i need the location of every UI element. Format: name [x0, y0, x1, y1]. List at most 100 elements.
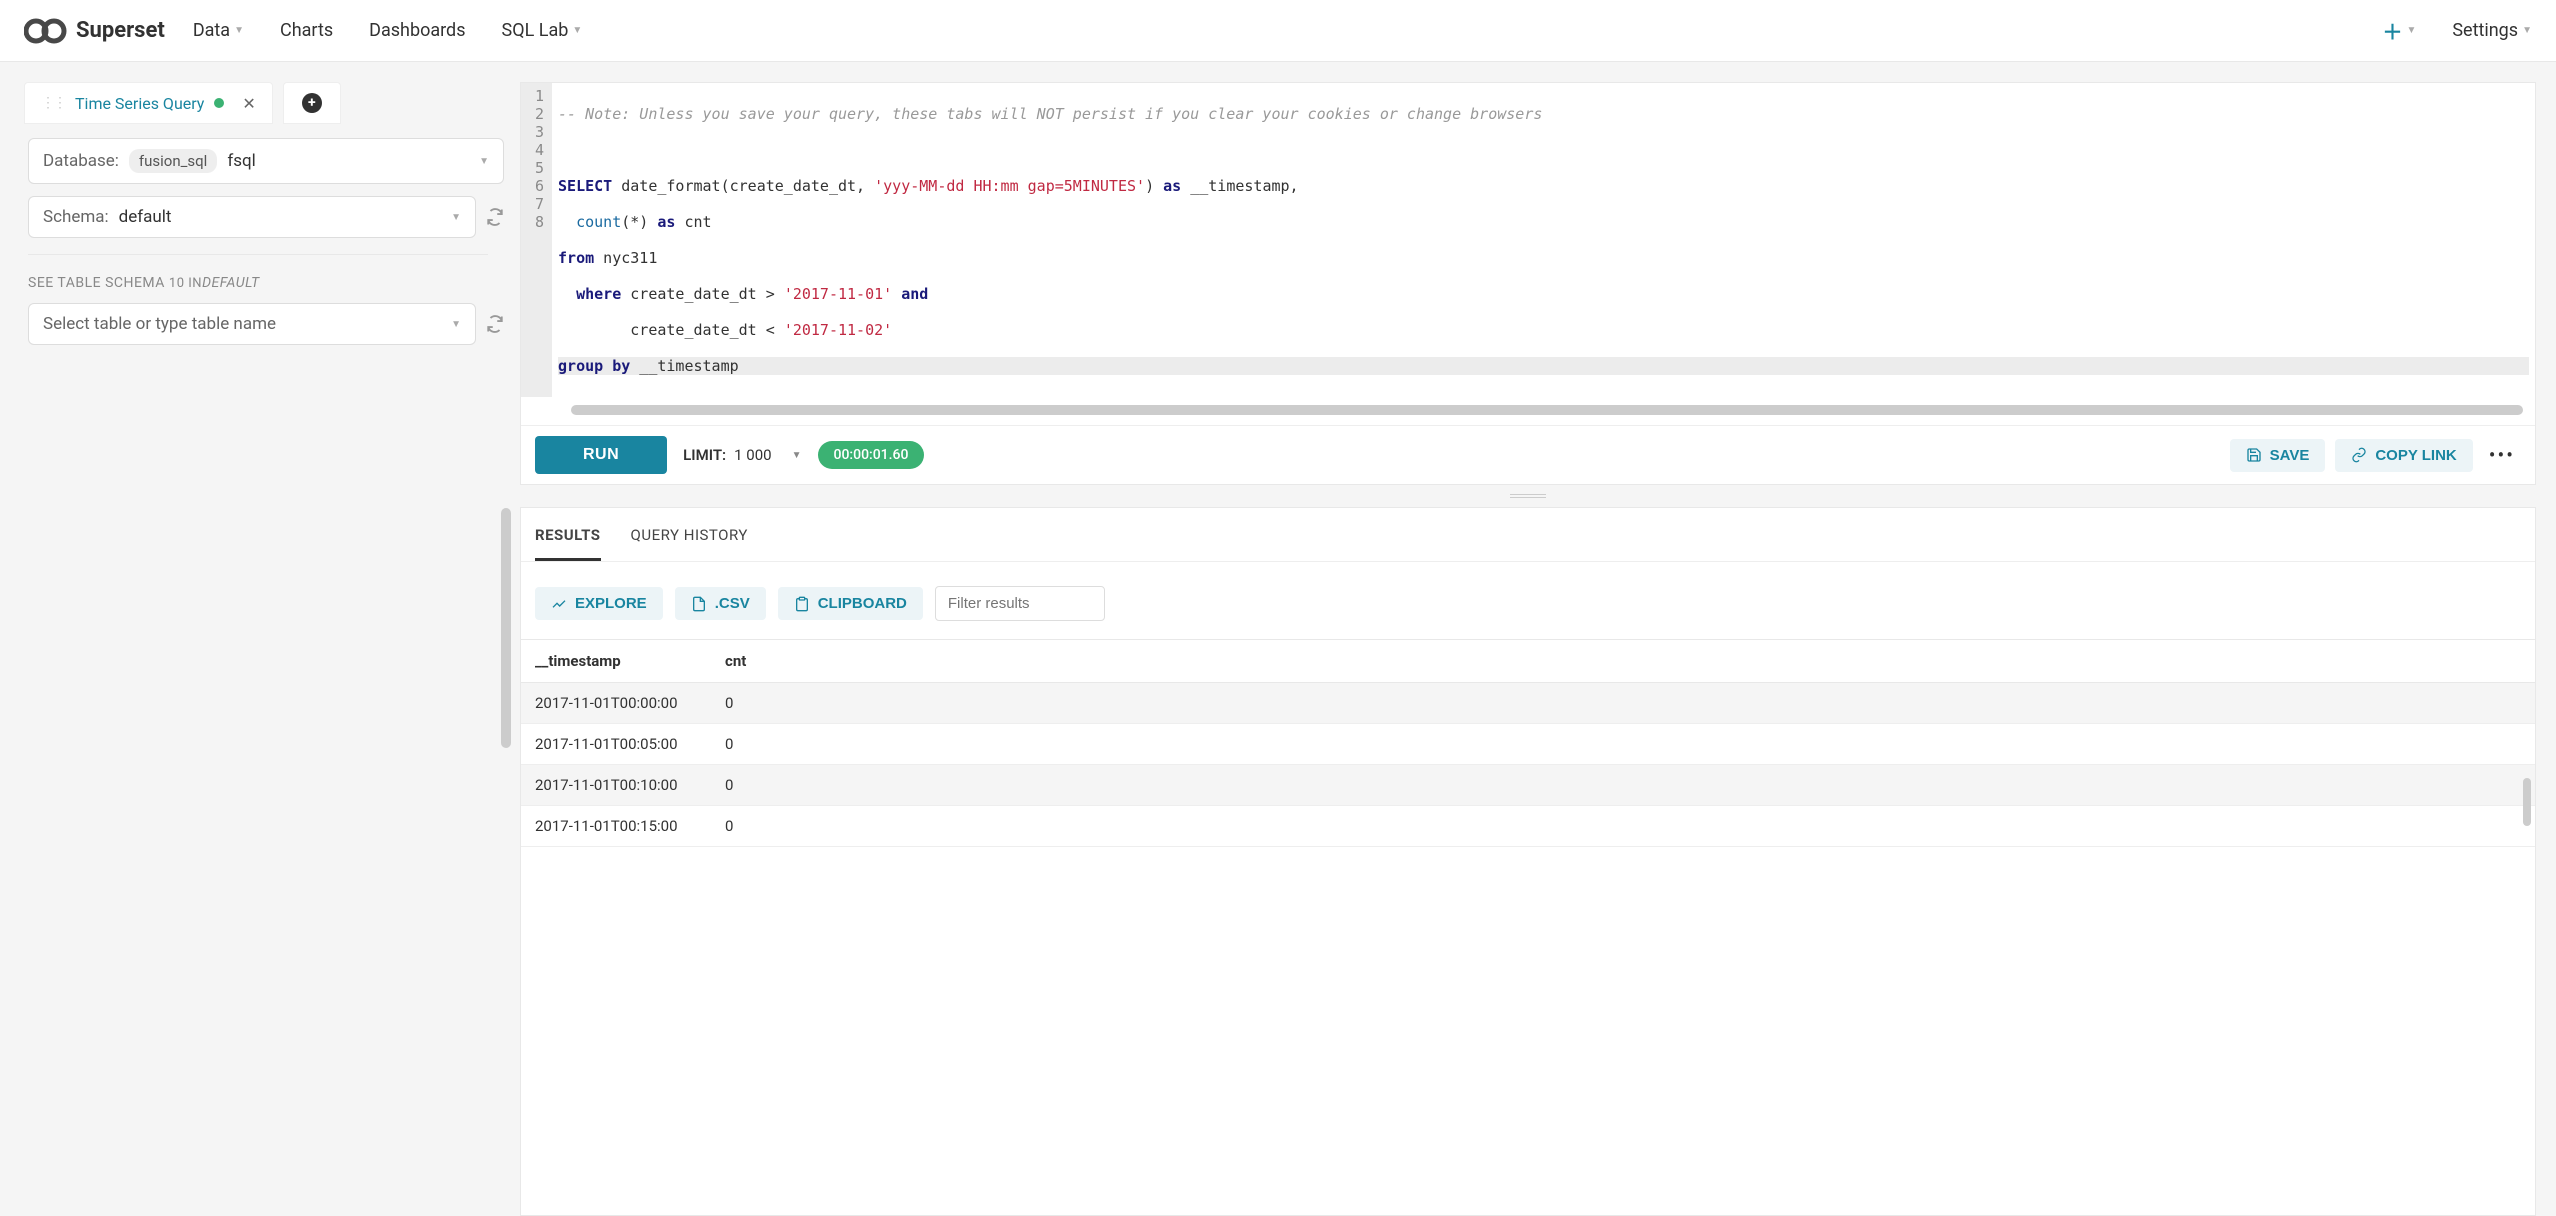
cell-cnt: 0: [711, 724, 2535, 765]
clipboard-button[interactable]: CLIPBOARD: [778, 587, 923, 620]
code-string: 'yyy-MM-dd HH:mm gap=5MINUTES': [874, 177, 1145, 195]
editor-toolbar: RUN LIMIT: 1 000 ▼ 00:00:01.60 SAVE COPY…: [521, 425, 2535, 484]
table-row: 2017-11-01T00:05:00 0: [521, 724, 2535, 765]
code-text: (*): [621, 213, 657, 231]
copy-link-label: COPY LINK: [2375, 447, 2456, 464]
table-select[interactable]: Select table or type table name ▼: [28, 303, 476, 345]
cell-timestamp: 2017-11-01T00:05:00: [521, 724, 711, 765]
kw-as: as: [1163, 177, 1181, 195]
add-new-button[interactable]: ＋ ▼: [2382, 16, 2416, 45]
code-text: create_date_dt <: [630, 321, 784, 339]
toolbar-right: SAVE COPY LINK •••: [2230, 439, 2521, 472]
code-text: cnt: [675, 213, 711, 231]
table-placeholder: Select table or type table name: [43, 314, 276, 334]
refresh-tables-button[interactable]: [486, 315, 504, 333]
add-tab-button[interactable]: +: [283, 82, 341, 124]
query-tab-active[interactable]: ⋮⋮ Time Series Query ✕: [24, 82, 273, 124]
plus-circle-icon: +: [302, 93, 322, 113]
code-text: nyc311: [594, 249, 657, 267]
code-text: create_date_dt >: [621, 285, 784, 303]
kw-and: and: [901, 285, 928, 303]
col-cnt[interactable]: cnt: [711, 640, 2535, 683]
more-actions-button[interactable]: •••: [2483, 443, 2521, 467]
table-row: 2017-11-01T00:15:00 0: [521, 806, 2535, 847]
caret-down-icon: ▼: [451, 212, 461, 223]
sql-editor[interactable]: 12345678 -- Note: Unless you save your q…: [521, 83, 2535, 397]
database-label: Database:: [43, 151, 119, 171]
nav-settings-label: Settings: [2452, 20, 2518, 41]
database-select-row: Database: fusion_sql fsql ▼: [28, 138, 504, 184]
nav-charts[interactable]: Charts: [280, 20, 333, 41]
top-nav: Superset Data ▼ Charts Dashboards SQL La…: [0, 0, 2556, 62]
explore-label: EXPLORE: [575, 595, 647, 612]
vertical-splitter[interactable]: [520, 491, 2536, 501]
table-section-label: SEE TABLE SCHEMA 10 INDEFAULT: [28, 275, 504, 291]
database-tag: fusion_sql: [129, 149, 217, 173]
tab-status-dot: [214, 98, 224, 108]
tab-title: Time Series Query: [75, 94, 204, 113]
brand-logo[interactable]: Superset: [24, 18, 165, 44]
kw-select: SELECT: [558, 177, 612, 195]
brand-name: Superset: [76, 18, 165, 43]
filter-results-input[interactable]: [935, 586, 1105, 621]
code-area[interactable]: -- Note: Unless you save your query, the…: [552, 83, 2535, 397]
clipboard-label: CLIPBOARD: [818, 595, 907, 612]
code-text: __timestamp: [630, 357, 738, 375]
limit-select[interactable]: LIMIT: 1 000 ▼: [683, 446, 801, 464]
limit-value: 1 000: [734, 446, 771, 464]
right-panel: 12345678 -- Note: Unless you save your q…: [520, 82, 2556, 1216]
nav-dashboards-label: Dashboards: [369, 20, 465, 41]
database-value: fsql: [227, 151, 255, 171]
kw-group: group: [558, 357, 603, 375]
save-button[interactable]: SAVE: [2230, 439, 2326, 472]
schema-select[interactable]: Schema: default ▼: [28, 196, 476, 238]
limit-label: LIMIT:: [683, 446, 726, 464]
code-string: '2017-11-02': [784, 321, 892, 339]
schema-value: default: [119, 207, 172, 227]
table-row: 2017-11-01T00:10:00 0: [521, 765, 2535, 806]
tab-results[interactable]: RESULTS: [535, 526, 601, 561]
explore-button[interactable]: EXPLORE: [535, 587, 663, 620]
tab-query-history[interactable]: QUERY HISTORY: [631, 526, 748, 561]
nav-dashboards[interactable]: Dashboards: [369, 20, 465, 41]
content-area: ⋮⋮ Time Series Query ✕ + Database: fusio…: [0, 62, 2556, 1216]
table-section-scope: DEFAULT: [202, 275, 260, 291]
kw-as: as: [657, 213, 675, 231]
cell-timestamp: 2017-11-01T00:15:00: [521, 806, 711, 847]
superset-logo-icon: [24, 18, 68, 44]
results-panel: RESULTS QUERY HISTORY EXPLORE .CSV CLIPB…: [520, 507, 2536, 1216]
caret-down-icon: ▼: [451, 319, 461, 330]
refresh-schema-button[interactable]: [486, 208, 504, 226]
left-vscrollbar[interactable]: [501, 508, 511, 748]
nav-sql-lab-label: SQL Lab: [502, 20, 569, 41]
sql-editor-container: 12345678 -- Note: Unless you save your q…: [520, 82, 2536, 485]
result-tabs: RESULTS QUERY HISTORY: [521, 508, 2535, 562]
cell-cnt: 0: [711, 683, 2535, 724]
copy-link-button[interactable]: COPY LINK: [2335, 439, 2472, 472]
kw-where: where: [576, 285, 621, 303]
kw-by: by: [612, 357, 630, 375]
nav-settings[interactable]: Settings ▼: [2452, 20, 2532, 41]
close-tab-button[interactable]: ✕: [242, 94, 255, 113]
fn-count: count: [576, 213, 621, 231]
left-panel: ⋮⋮ Time Series Query ✕ + Database: fusio…: [0, 82, 520, 1216]
result-actions: EXPLORE .CSV CLIPBOARD: [521, 562, 2535, 639]
editor-hscrollbar[interactable]: [571, 405, 2523, 415]
nav-data-label: Data: [193, 20, 230, 41]
drag-handle-icon[interactable]: ⋮⋮: [41, 95, 65, 111]
table-section-count: 10 IN: [169, 276, 202, 291]
csv-button[interactable]: .CSV: [675, 587, 766, 620]
nav-sql-lab[interactable]: SQL Lab ▼: [502, 20, 583, 41]
nav-data[interactable]: Data ▼: [193, 20, 244, 41]
database-select[interactable]: Database: fusion_sql fsql ▼: [28, 138, 504, 184]
chart-line-icon: [551, 596, 567, 612]
table-select-row: Select table or type table name ▼: [28, 303, 504, 345]
plus-icon: ＋: [2382, 16, 2402, 45]
nav-charts-label: Charts: [280, 20, 333, 41]
col-timestamp[interactable]: __timestamp: [521, 640, 711, 683]
results-vscrollbar[interactable]: [2523, 778, 2531, 826]
caret-down-icon: ▼: [2406, 25, 2416, 36]
schema-label: Schema:: [43, 207, 109, 227]
run-button[interactable]: RUN: [535, 436, 667, 474]
caret-down-icon: ▼: [234, 25, 244, 36]
